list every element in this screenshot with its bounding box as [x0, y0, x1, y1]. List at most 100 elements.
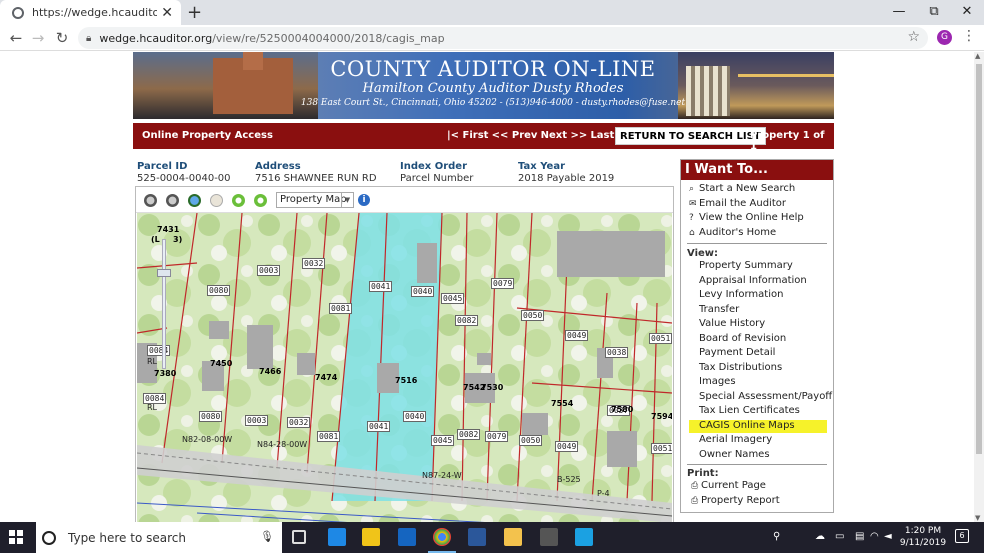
action-link[interactable]: ⌕ Start a New Search [689, 183, 795, 194]
view-link[interactable]: Levy Information [699, 289, 783, 300]
view-link[interactable]: Transfer [699, 304, 739, 315]
zoom-out-icon[interactable] [166, 194, 179, 207]
next-extent-icon[interactable] [254, 194, 267, 207]
browser-tab[interactable]: https://wedge.hcauditor.org/vie ✕ [0, 0, 181, 25]
road-label: N84-28-00W [257, 440, 308, 449]
zoom-knob[interactable] [157, 269, 171, 277]
section-title: Online Property Access [142, 130, 273, 141]
view-link[interactable]: Property Summary [699, 260, 793, 271]
address-label: Address [255, 161, 301, 172]
view-link[interactable]: Board of Revision [699, 333, 786, 344]
return-to-search-button[interactable]: RETURN TO SEARCH LIST [615, 127, 766, 145]
globe-icon[interactable] [188, 194, 201, 207]
menu-kebab-icon[interactable]: ⋮ [962, 28, 976, 44]
parcel-number-label: 0051 [651, 443, 672, 454]
pan-hand-icon[interactable] [210, 194, 223, 207]
house-number-label: 7554 [551, 399, 574, 408]
prev-link[interactable]: << Prev [492, 130, 538, 141]
word-icon[interactable] [468, 528, 486, 546]
volume-icon[interactable]: ◄ [884, 531, 892, 542]
view-link[interactable]: CAGIS Online Maps [699, 420, 795, 431]
battery-icon[interactable]: ▭ [835, 531, 844, 542]
page-scrollbar[interactable]: ▲ ▼ [974, 52, 984, 522]
taskbar-search[interactable]: Type here to search 🎙︎ [36, 522, 282, 553]
header-banner: COUNTY AUDITOR ON-LINE Hamilton County A… [133, 52, 834, 119]
house-number-label: 7450 [210, 359, 233, 368]
action-link[interactable]: ⌂ Auditor's Home [689, 227, 776, 238]
network-icon[interactable]: ▤ [855, 531, 864, 542]
road-label: RL [147, 357, 158, 366]
url-host: wedge.hcauditor.org [99, 31, 213, 45]
view-link[interactable]: Aerial Imagery [699, 434, 772, 445]
notification-icon[interactable]: 6 [955, 529, 969, 543]
road-label: N87-24-W [422, 471, 462, 480]
bookmark-star-icon[interactable]: ☆ [907, 29, 920, 45]
house-number-label: 7474 [315, 373, 338, 382]
lock-icon: 🔒︎ [86, 32, 92, 44]
parcel-number-label: 0041 [367, 421, 391, 432]
scroll-down-icon[interactable]: ▼ [975, 514, 980, 522]
map-layer-select[interactable]: Property Map ▼ [276, 192, 354, 208]
edge-icon[interactable] [328, 528, 346, 546]
previous-extent-icon[interactable] [232, 194, 245, 207]
view-link[interactable]: Value History [699, 318, 765, 329]
file-explorer-icon[interactable] [504, 528, 522, 546]
windows-start-icon[interactable] [9, 530, 23, 544]
chrome-icon[interactable] [433, 528, 451, 546]
view-link[interactable]: Tax Lien Certificates [699, 405, 800, 416]
tax-year-label: Tax Year [518, 161, 565, 172]
new-tab-button[interactable]: + [187, 2, 202, 23]
task-view-icon[interactable] [292, 530, 306, 544]
scroll-thumb[interactable] [976, 64, 982, 454]
zoom-slider[interactable] [157, 239, 171, 409]
road-label: P-4 [597, 489, 610, 498]
reload-icon[interactable]: ↻ [52, 29, 72, 47]
printer-icon: ⎙ [691, 495, 699, 506]
back-arrow-icon[interactable]: ← [6, 29, 26, 47]
action-label: Start a New Search [699, 183, 796, 194]
parcel-number-label: 0051 [649, 333, 672, 344]
windows-taskbar: Type here to search 🎙︎ ⚲ ☁ ▭ ▤ ◠ ◄ 1:20 … [0, 522, 984, 553]
browser-tabstrip: https://wedge.hcauditor.org/vie ✕ + — ⧉ … [0, 0, 984, 25]
restore-button[interactable]: ⧉ [917, 0, 951, 25]
view-link[interactable]: Appraisal Information [699, 275, 807, 286]
action-link[interactable]: ? View the Online Help [689, 212, 804, 223]
close-window-button[interactable]: ✕ [950, 0, 984, 25]
onedrive-icon[interactable]: ☁ [815, 531, 825, 542]
app-icon[interactable] [540, 528, 558, 546]
wifi-icon[interactable]: ◠ [870, 531, 879, 542]
address-bar[interactable]: 🔒︎ wedge.hcauditor.org/view/re/525000400… [78, 27, 928, 49]
print-link[interactable]: ⎙ Current Page [691, 480, 766, 491]
chevron-down-icon: ▼ [341, 193, 353, 207]
info-icon[interactable]: i [358, 194, 370, 206]
print-link[interactable]: ⎙ Property Report [691, 495, 780, 506]
outlook-icon[interactable] [398, 528, 416, 546]
view-link[interactable]: Payment Detail [699, 347, 775, 358]
microphone-icon[interactable]: 🎙︎ [260, 530, 274, 543]
map-layer-value: Property Map [280, 194, 347, 205]
road-label: B-525 [557, 475, 581, 484]
view-link[interactable]: Special Assessment/Payoff [699, 391, 832, 402]
minimize-button[interactable]: — [882, 0, 916, 25]
forward-arrow-icon[interactable]: → [28, 29, 48, 47]
view-link[interactable]: Tax Distributions [699, 362, 782, 373]
house-number-label: 7530 [481, 383, 504, 392]
snip-icon[interactable] [575, 528, 593, 546]
next-link[interactable]: Next >> [541, 130, 588, 141]
profile-avatar[interactable]: G [937, 30, 952, 45]
scroll-up-icon[interactable]: ▲ [975, 52, 980, 60]
action-label: Email the Auditor [699, 197, 786, 209]
view-link[interactable]: Owner Names [699, 449, 770, 460]
parcel-id-block: Parcel ID 525-0004-0040-00 [137, 161, 231, 184]
action-link[interactable]: ✉ Email the Auditor [689, 198, 786, 209]
first-link[interactable]: |< First [447, 130, 488, 141]
zoom-in-icon[interactable] [144, 194, 157, 207]
people-icon[interactable]: ⚲ [773, 531, 780, 542]
taskbar-clock[interactable]: 1:20 PM 9/11/2019 [898, 525, 948, 549]
view-link[interactable]: Images [699, 376, 736, 387]
parcel-map[interactable]: 0032 0003 0080 0081 0041 0040 0045 0079 0082 0050… [137, 213, 672, 522]
map-toolbar: Property Map ▼ i [136, 187, 673, 213]
store-icon[interactable] [362, 528, 380, 546]
house-number-label: 7594 [651, 412, 672, 421]
close-tab-icon[interactable]: ✕ [161, 5, 173, 21]
